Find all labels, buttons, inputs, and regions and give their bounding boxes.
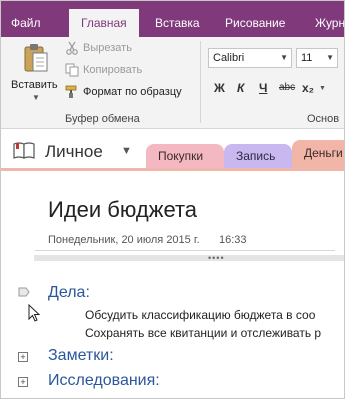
list-item[interactable]: Обсудить классификацию бюджета в соо — [85, 308, 315, 322]
chevron-down-icon[interactable]: ▼ — [319, 85, 326, 92]
page-time: 16:33 — [219, 234, 247, 246]
drag-handle-icon[interactable]: •••• — [208, 253, 225, 263]
format-painter-button[interactable]: Формат по образцу — [83, 86, 182, 98]
font-size-select[interactable]: 11 ▼ — [296, 48, 338, 68]
font-name-value: Calibri — [213, 52, 245, 64]
paste-button[interactable]: Вставить — [11, 79, 58, 91]
heading-tasks[interactable]: Дела: — [48, 284, 90, 302]
subscript-button[interactable]: x₂ — [302, 81, 314, 95]
heading-notes[interactable]: Заметки: — [48, 347, 114, 365]
ribbon: Вставить ▼ Вырезать Копировать Формат по… — [1, 37, 344, 129]
tab-file[interactable]: Файл — [11, 1, 41, 37]
font-size-value: 11 — [301, 52, 313, 64]
chevron-down-icon: ▼ — [280, 53, 288, 62]
chevron-down-icon[interactable]: ▼ — [121, 145, 132, 157]
scissors-icon — [66, 41, 78, 55]
clipboard-group-label: Буфер обмена — [65, 113, 140, 125]
italic-button[interactable]: К — [237, 81, 244, 95]
page-title[interactable]: Идеи бюджета — [48, 197, 197, 223]
underline-button[interactable]: Ч — [259, 81, 267, 95]
tab-history[interactable]: Журн — [315, 1, 344, 37]
format-painter-icon — [65, 85, 77, 98]
chevron-down-icon: ▼ — [326, 53, 334, 62]
bold-button[interactable]: Ж — [214, 81, 225, 95]
section-tab-shopping[interactable]: Покупки — [146, 144, 224, 170]
onenote-window: Файл Главная Вставка Рисование Журн Вста… — [0, 0, 345, 399]
title-underline — [35, 250, 335, 251]
page-date: Понедельник, 20 июля 2015 г. — [48, 234, 200, 246]
paste-icon[interactable] — [23, 43, 49, 73]
note-container[interactable]: •••• Дела: Обсудить классификацию бюджет… — [18, 253, 344, 398]
font-name-select[interactable]: Calibri ▼ — [208, 48, 292, 68]
menu-bar: Файл Главная Вставка Рисование Журн — [1, 1, 344, 37]
copy-icon — [65, 63, 79, 77]
expand-icon[interactable]: + — [18, 352, 28, 362]
container-handle[interactable] — [34, 255, 344, 261]
paste-dropdown-icon[interactable]: ▼ — [32, 93, 40, 102]
tab-home[interactable]: Главная — [69, 9, 139, 37]
cut-button[interactable]: Вырезать — [83, 42, 132, 54]
section-tab-record[interactable]: Запись — [224, 144, 292, 170]
notebook-icon[interactable] — [13, 141, 35, 159]
expand-icon[interactable]: + — [18, 377, 28, 387]
mouse-cursor-icon — [28, 304, 40, 322]
ribbon-separator — [200, 41, 201, 123]
notebook-name[interactable]: Личное — [45, 142, 103, 162]
list-item[interactable]: Сохранять все квитанции и отслеживать р — [85, 326, 321, 340]
page-canvas[interactable]: Идеи бюджета Понедельник, 20 июля 2015 г… — [1, 171, 344, 398]
copy-button[interactable]: Копировать — [83, 64, 142, 76]
notebook-bar: Личное ▼ Покупки Запись Деньги — [1, 130, 344, 170]
tag-icon[interactable] — [18, 287, 30, 297]
section-tab-money[interactable]: Деньги — [292, 140, 344, 170]
tab-insert[interactable]: Вставка — [155, 1, 200, 37]
strikethrough-button[interactable]: abc — [279, 82, 295, 93]
tab-draw[interactable]: Рисование — [225, 1, 285, 37]
heading-research[interactable]: Исследования: — [48, 372, 160, 390]
basic-text-group-label: Основ — [307, 113, 340, 125]
